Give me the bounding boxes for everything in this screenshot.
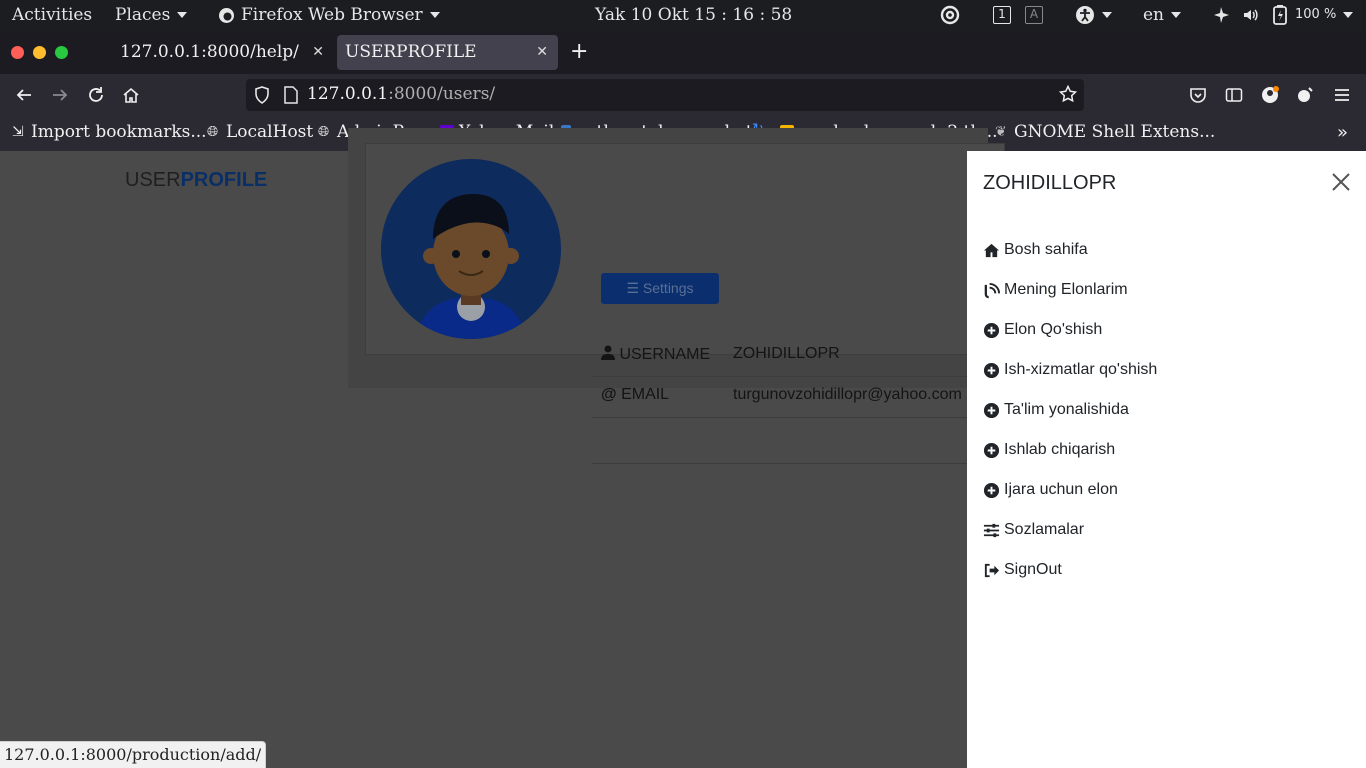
menu-item-ish-xizmatlar[interactable]: Ish-xizmatlar qo'shish xyxy=(983,361,1157,379)
plus-circle-icon xyxy=(983,322,1000,338)
username-label: USERNAME xyxy=(601,345,710,364)
at-sign-icon[interactable] xyxy=(940,5,960,25)
blog-icon xyxy=(984,282,1000,298)
reader-view-icon[interactable] xyxy=(1221,82,1247,108)
at-sign-icon: @ xyxy=(601,386,617,403)
settings-button[interactable]: ☰ Settings xyxy=(601,273,719,304)
import-icon: ⇲ xyxy=(12,124,24,140)
page-icon[interactable] xyxy=(284,86,298,108)
sliders-icon: ☰ xyxy=(626,280,640,296)
url-text[interactable]: 127.0.0.1:8000/users/ xyxy=(307,84,495,104)
sign-out-icon xyxy=(984,563,1000,577)
window-minimize-button[interactable] xyxy=(33,46,46,59)
plus-circle-icon xyxy=(983,482,1000,498)
avatar xyxy=(381,159,561,339)
divider xyxy=(592,463,972,464)
menu-item-talim-yonalishida[interactable]: Ta'lim yonalishida xyxy=(983,401,1129,419)
bookmark-star-icon[interactable] xyxy=(1058,84,1078,107)
volume-icon[interactable] xyxy=(1242,6,1260,24)
tab-help[interactable]: 127.0.0.1:8000/help/ ✕ xyxy=(112,35,334,70)
divider xyxy=(592,417,972,418)
home-icon xyxy=(983,243,1000,257)
system-top-bar: Activities Places Firefox Web Browser Ya… xyxy=(0,0,1366,32)
panel-title: ZOHIDILLOPR xyxy=(983,172,1117,194)
close-icon[interactable]: ✕ xyxy=(536,35,548,70)
battery-percent: 100 % xyxy=(1295,7,1354,22)
close-icon[interactable]: ✕ xyxy=(312,35,324,70)
link-status-bar: 127.0.0.1:8000/production/add/ xyxy=(0,741,267,768)
app-menu[interactable]: Firefox Web Browser xyxy=(218,5,440,25)
airplane-mode-icon[interactable] xyxy=(1212,6,1230,24)
globe-icon: 🌐︎ xyxy=(318,124,330,140)
reload-icon[interactable] xyxy=(83,82,109,108)
menu-item-ishlab-chiqarish[interactable]: Ishlab chiqarish xyxy=(983,441,1115,459)
battery-icon[interactable] xyxy=(1273,5,1287,25)
globe-icon: 🌐︎ xyxy=(207,124,219,140)
accessibility-icon xyxy=(1076,6,1094,24)
close-icon[interactable] xyxy=(1330,171,1352,193)
workspace-indicator-1[interactable]: 1 xyxy=(993,6,1011,24)
chevron-down-icon xyxy=(429,12,440,18)
plus-circle-icon xyxy=(983,362,1000,378)
forward-arrow-icon[interactable] xyxy=(47,82,73,108)
email-label: @ EMAIL xyxy=(601,386,670,403)
plus-circle-icon xyxy=(983,442,1000,458)
gnome-foot-icon: ❦ xyxy=(995,124,1007,140)
menu-item-elon-qoshish[interactable]: Elon Qo'shish xyxy=(983,321,1102,339)
menu-item-mening-elonlarim[interactable]: Mening Elonlarim xyxy=(983,281,1128,299)
new-tab-button[interactable]: + xyxy=(570,40,588,64)
window-maximize-button[interactable] xyxy=(55,46,68,59)
site-brand[interactable]: USERPROFILE xyxy=(125,169,267,192)
extension-icon[interactable] xyxy=(1293,82,1319,108)
back-arrow-icon[interactable] xyxy=(11,82,37,108)
chevron-down-icon xyxy=(177,12,188,18)
pocket-icon[interactable] xyxy=(1185,82,1211,108)
clock[interactable]: Yak 10 Okt 15 : 16 : 58 xyxy=(595,5,792,25)
menu-item-signout[interactable]: SignOut xyxy=(983,561,1062,579)
sliders-icon xyxy=(983,523,1000,537)
firefox-icon xyxy=(219,7,234,23)
user-tie-icon xyxy=(601,345,615,360)
chevron-double-right-icon[interactable]: » xyxy=(1337,122,1348,143)
bookmark-import[interactable]: ⇲ Import bookmarks... xyxy=(12,122,207,142)
username-value: ZOHIDILLOPR xyxy=(733,345,840,362)
accessibility-menu[interactable] xyxy=(1075,5,1112,25)
tab-label: 127.0.0.1:8000/help/ xyxy=(120,42,299,62)
chevron-down-icon xyxy=(1171,12,1182,18)
menu-item-ijara-uchun-elon[interactable]: Ijara uchun elon xyxy=(983,481,1118,499)
bookmark-localhost[interactable]: 🌐︎ LocalHost xyxy=(207,122,313,142)
shield-icon[interactable] xyxy=(254,86,270,108)
tab-userprofile[interactable]: USERPROFILE ✕ xyxy=(337,35,558,70)
menu-item-bosh-sahifa[interactable]: Bosh sahifa xyxy=(983,241,1088,259)
home-icon[interactable] xyxy=(118,82,144,108)
menu-item-sozlamalar[interactable]: Sozlamalar xyxy=(983,521,1084,539)
hamburger-menu-icon[interactable] xyxy=(1329,82,1355,108)
account-icon[interactable] xyxy=(1257,82,1283,108)
language-menu[interactable]: en xyxy=(1143,5,1182,25)
window-close-button[interactable] xyxy=(11,46,24,59)
user-offcanvas-panel: ZOHIDILLOPR Bosh sahifa Mening Elonlarim… xyxy=(967,151,1366,768)
plus-circle-icon xyxy=(983,402,1000,418)
workspace-indicator-a[interactable]: A xyxy=(1025,6,1043,24)
tab-label: USERPROFILE xyxy=(345,42,477,62)
chevron-down-icon xyxy=(1343,11,1354,18)
chevron-down-icon xyxy=(1102,12,1112,18)
email-value: turgunovzohidillopr@yahoo.com xyxy=(733,386,962,403)
divider xyxy=(592,376,972,377)
activities-button[interactable]: Activities xyxy=(12,5,92,25)
bookmark-gnome-extensions[interactable]: ❦ GNOME Shell Extens... xyxy=(995,122,1215,142)
places-menu[interactable]: Places xyxy=(115,5,188,25)
